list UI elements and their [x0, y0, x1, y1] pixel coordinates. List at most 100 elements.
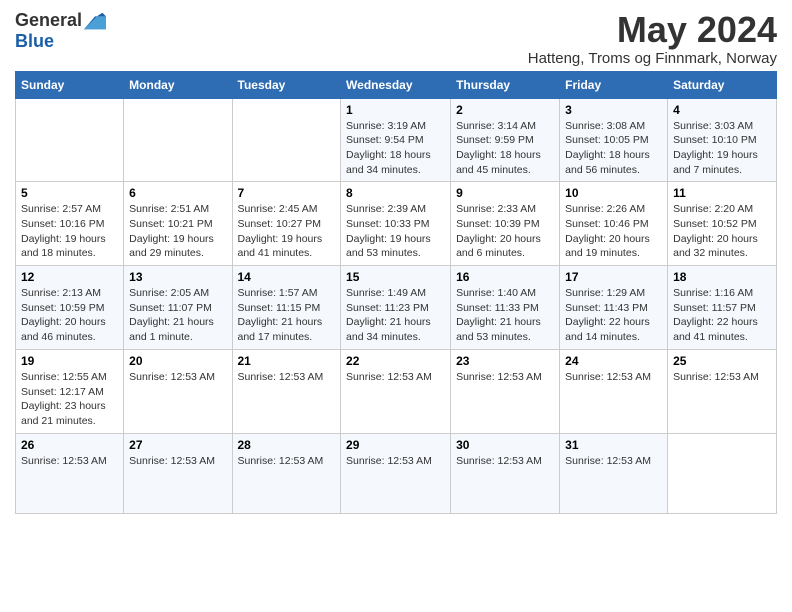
calendar-day-header: Monday	[124, 71, 232, 98]
day-info: Sunrise: 12:53 AM	[238, 454, 336, 469]
day-info: Sunrise: 2:51 AMSunset: 10:21 PMDaylight…	[129, 202, 226, 261]
calendar-day-header: Thursday	[451, 71, 560, 98]
day-number: 30	[456, 438, 554, 452]
day-number: 14	[238, 270, 336, 284]
calendar-cell: 8 Sunrise: 2:39 AMSunset: 10:33 PMDayligh…	[341, 182, 451, 266]
day-number: 24	[565, 354, 662, 368]
day-info: Sunrise: 12:53 AM	[129, 454, 226, 469]
day-number: 9	[456, 186, 554, 200]
day-info: Sunrise: 3:14 AMSunset: 9:59 PMDaylight:…	[456, 119, 554, 178]
day-info: Sunrise: 1:49 AMSunset: 11:23 PMDaylight…	[346, 286, 445, 345]
calendar-day-header: Tuesday	[232, 71, 341, 98]
calendar-day-header: Wednesday	[341, 71, 451, 98]
calendar-cell: 16Sunrise: 1:40 AMSunset: 11:33 PMDaylig…	[451, 266, 560, 350]
day-number: 22	[346, 354, 445, 368]
day-number: 12	[21, 270, 118, 284]
calendar-week-row: 19Sunrise: 12:55 AMSunset: 12:17 AMDayli…	[16, 349, 777, 433]
calendar-cell: 30 Sunrise: 12:53 AM	[451, 433, 560, 513]
page-header: General Blue May 2024 Hatteng, Troms og …	[15, 10, 777, 67]
day-number: 27	[129, 438, 226, 452]
day-number: 5	[21, 186, 118, 200]
calendar-cell	[232, 98, 341, 182]
day-info: Sunrise: 12:53 AM	[456, 454, 554, 469]
day-number: 20	[129, 354, 226, 368]
day-number: 23	[456, 354, 554, 368]
calendar-cell: 7Sunrise: 2:45 AMSunset: 10:27 PMDayligh…	[232, 182, 341, 266]
calendar-week-row: 26Sunrise: 12:53 AM27Sunrise: 12:53 AM28…	[16, 433, 777, 513]
calendar-cell: 26 Sunrise: 12:53 AM	[16, 433, 124, 513]
day-number: 10	[565, 186, 662, 200]
calendar-day-header: Friday	[560, 71, 668, 98]
calendar-cell: 31 Sunrise: 12:53 AM	[560, 433, 668, 513]
day-number: 29	[346, 438, 445, 452]
calendar-cell: 23 Sunrise: 12:53 AM	[451, 349, 560, 433]
day-info: Sunrise: 1:40 AMSunset: 11:33 PMDaylight…	[456, 286, 554, 345]
day-info: Sunrise: 2:45 AMSunset: 10:27 PMDaylight…	[238, 202, 336, 261]
calendar-cell: 6Sunrise: 2:51 AMSunset: 10:21 PMDayligh…	[124, 182, 232, 266]
day-number: 15	[346, 270, 445, 284]
title-block: May 2024 Hatteng, Troms og Finnmark, Nor…	[528, 10, 777, 67]
day-number: 1	[346, 103, 445, 117]
calendar-cell: 19Sunrise: 12:55 AMSunset: 12:17 AMDayli…	[16, 349, 124, 433]
day-number: 31	[565, 438, 662, 452]
day-number: 11	[673, 186, 771, 200]
day-info: Sunrise: 12:53 AM	[346, 370, 445, 385]
day-info: Sunrise: 12:53 AM	[346, 454, 445, 469]
logo-general: General	[15, 11, 82, 31]
calendar-cell: 1 Sunrise: 3:19 AMSunset: 9:54 PMDaylight…	[341, 98, 451, 182]
location-subtitle: Hatteng, Troms og Finnmark, Norway	[528, 50, 777, 67]
calendar-cell: 28 Sunrise: 12:53 AM	[232, 433, 341, 513]
day-info: Sunrise: 3:19 AMSunset: 9:54 PMDaylight:…	[346, 119, 445, 178]
calendar-cell: 9 Sunrise: 2:33 AMSunset: 10:39 PMDayligh…	[451, 182, 560, 266]
day-info: Sunrise: 3:08 AMSunset: 10:05 PMDaylight…	[565, 119, 662, 178]
day-number: 17	[565, 270, 662, 284]
logo: General Blue	[15, 10, 106, 52]
calendar-cell: 22 Sunrise: 12:53 AM	[341, 349, 451, 433]
day-info: Sunrise: 2:33 AMSunset: 10:39 PMDaylight…	[456, 202, 554, 261]
day-info: Sunrise: 12:53 AM	[21, 454, 118, 469]
calendar-table: SundayMondayTuesdayWednesdayThursdayFrid…	[15, 71, 777, 514]
calendar-cell: 10 Sunrise: 2:26 AMSunset: 10:46 PMDaylig…	[560, 182, 668, 266]
day-info: Sunrise: 1:57 AMSunset: 11:15 PMDaylight…	[238, 286, 336, 345]
day-number: 26	[21, 438, 118, 452]
day-number: 25	[673, 354, 771, 368]
day-info: Sunrise: 2:13 AMSunset: 10:59 PMDaylight…	[21, 286, 118, 345]
calendar-week-row: 1 Sunrise: 3:19 AMSunset: 9:54 PMDaylight…	[16, 98, 777, 182]
day-number: 28	[238, 438, 336, 452]
calendar-cell: 25 Sunrise: 12:53 AM	[668, 349, 777, 433]
day-info: Sunrise: 12:53 AM	[565, 454, 662, 469]
calendar-day-header: Sunday	[16, 71, 124, 98]
day-info: Sunrise: 12:53 AM	[456, 370, 554, 385]
day-number: 8	[346, 186, 445, 200]
day-info: Sunrise: 1:16 AMSunset: 11:57 PMDaylight…	[673, 286, 771, 345]
day-info: Sunrise: 12:53 AM	[238, 370, 336, 385]
day-info: Sunrise: 2:20 AMSunset: 10:52 PMDaylight…	[673, 202, 771, 261]
day-info: Sunrise: 2:39 AMSunset: 10:33 PMDaylight…	[346, 202, 445, 261]
calendar-cell: 14 Sunrise: 1:57 AMSunset: 11:15 PMDaylig…	[232, 266, 341, 350]
day-number: 4	[673, 103, 771, 117]
day-info: Sunrise: 2:26 AMSunset: 10:46 PMDaylight…	[565, 202, 662, 261]
day-info: Sunrise: 12:53 AM	[129, 370, 226, 385]
day-info: Sunrise: 2:57 AMSunset: 10:16 PMDaylight…	[21, 202, 118, 261]
day-info: Sunrise: 12:53 AM	[673, 370, 771, 385]
calendar-cell: 15 Sunrise: 1:49 AMSunset: 11:23 PMDaylig…	[341, 266, 451, 350]
logo-blue: Blue	[15, 32, 106, 52]
day-info: Sunrise: 2:05 AMSunset: 11:07 PMDaylight…	[129, 286, 226, 345]
calendar-cell: 17Sunrise: 1:29 AMSunset: 11:43 PMDaylig…	[560, 266, 668, 350]
calendar-cell: 5 Sunrise: 2:57 AMSunset: 10:16 PMDayligh…	[16, 182, 124, 266]
day-number: 18	[673, 270, 771, 284]
calendar-cell: 27 Sunrise: 12:53 AM	[124, 433, 232, 513]
calendar-cell: 3Sunrise: 3:08 AMSunset: 10:05 PMDayligh…	[560, 98, 668, 182]
day-number: 2	[456, 103, 554, 117]
calendar-cell: 12 Sunrise: 2:13 AMSunset: 10:59 PMDaylig…	[16, 266, 124, 350]
calendar-cell	[668, 433, 777, 513]
calendar-cell: 18 Sunrise: 1:16 AMSunset: 11:57 PMDaylig…	[668, 266, 777, 350]
calendar-cell: 21Sunrise: 12:53 AM	[232, 349, 341, 433]
calendar-cell: 20 Sunrise: 12:53 AM	[124, 349, 232, 433]
day-info: Sunrise: 12:55 AMSunset: 12:17 AMDayligh…	[21, 370, 118, 429]
calendar-cell: 24 Sunrise: 12:53 AM	[560, 349, 668, 433]
day-info: Sunrise: 12:53 AM	[565, 370, 662, 385]
calendar-cell	[16, 98, 124, 182]
calendar-cell: 4Sunrise: 3:03 AMSunset: 10:10 PMDayligh…	[668, 98, 777, 182]
calendar-cell: 29 Sunrise: 12:53 AM	[341, 433, 451, 513]
